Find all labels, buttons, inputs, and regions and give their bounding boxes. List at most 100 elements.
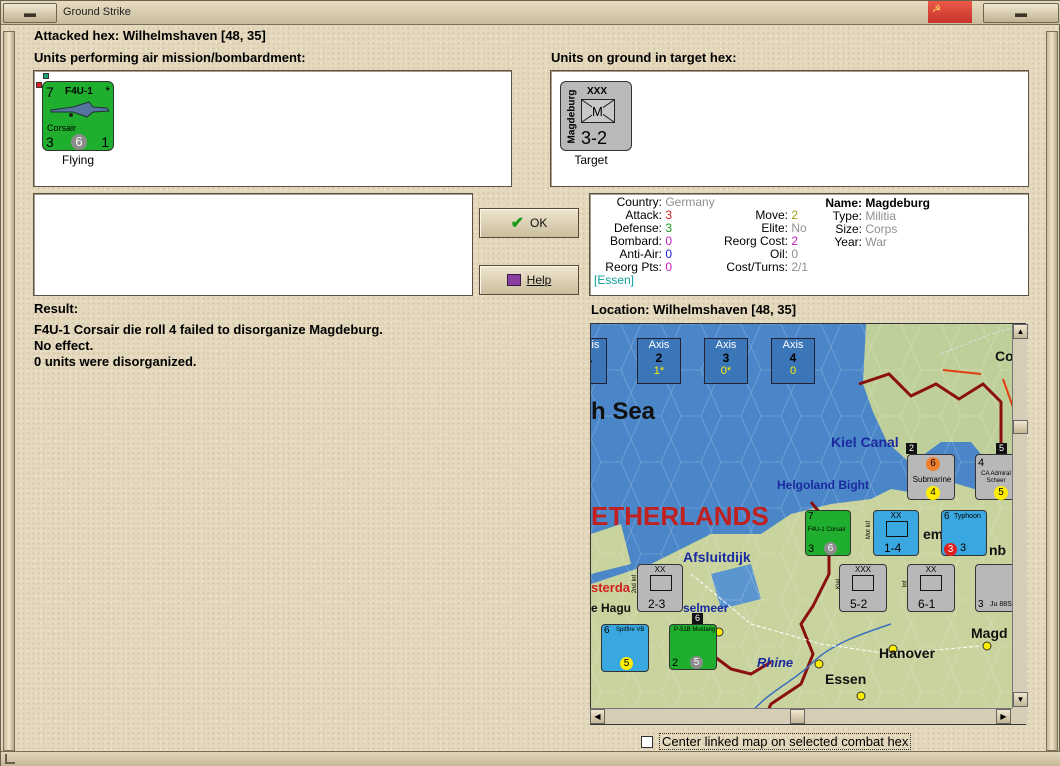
counter-value-a: 1-4 xyxy=(884,541,902,555)
counter-value-a: 4 xyxy=(978,457,985,469)
counter-value-a: 5 xyxy=(620,657,633,670)
message-panel xyxy=(33,193,473,296)
resize-grip-icon[interactable] xyxy=(5,754,15,764)
move-value: 2 xyxy=(791,208,799,222)
map-counter-ju88[interactable]: 3 Ju 88S xyxy=(975,564,1015,612)
target-unit-strength: 3-2 xyxy=(581,128,608,148)
axis-box-sub: 0 xyxy=(789,365,797,377)
help-button[interactable]: Help xyxy=(479,265,579,295)
system-menu-button[interactable]: ▬ xyxy=(3,3,57,23)
air-unit-star: * xyxy=(105,84,110,98)
home-city: [Essen] xyxy=(594,273,635,287)
counter-top: 3 xyxy=(978,599,984,610)
oil-value: 0 xyxy=(791,247,799,261)
ground-units-label: Units on ground in target hex: xyxy=(551,50,737,65)
map-counter-spitfire[interactable]: 6 Spitfire VB 5 xyxy=(601,624,649,672)
axis-box-title: Axis xyxy=(715,339,737,351)
map-counter-kiel[interactable]: XXX Kiel 5-2 xyxy=(836,564,887,612)
map-label-afsluitdijk: Afsluitdijk xyxy=(683,549,751,565)
map-vertical-scrollbar[interactable]: ▲ ▼ xyxy=(1012,324,1028,708)
map-label-hague: e Hagu xyxy=(591,601,632,615)
infantry-icon xyxy=(650,575,672,591)
axis-box[interactable]: Axis 2 1* xyxy=(637,338,681,384)
axis-box[interactable]: Axis 1 * xyxy=(591,338,607,384)
close-button[interactable]: ▬ xyxy=(983,3,1059,23)
map-label-kiel-canal: Kiel Canal xyxy=(831,434,899,450)
map-label-helgoland: Helgoland Bight xyxy=(777,478,869,492)
counter-name: Mot Inf xyxy=(866,520,873,540)
axis-box[interactable]: Axis 3 0* xyxy=(704,338,748,384)
scroll-thumb-horizontal[interactable] xyxy=(790,709,805,724)
bombard-value: 0 xyxy=(665,234,673,248)
counter-value-a: 5-2 xyxy=(850,597,868,611)
corsair-plane-icon xyxy=(50,101,110,118)
center-map-checkbox-label: Center linked map on selected combat hex xyxy=(659,733,912,750)
axis-box-num: 1 xyxy=(591,351,606,365)
scroll-right-icon[interactable]: ▶ xyxy=(996,709,1011,724)
map-counter-mustang[interactable]: 6 P-51B Mustang 2 5 xyxy=(669,613,717,670)
minimize-icon: ▬ xyxy=(24,6,36,20)
corps-icon xyxy=(852,575,874,591)
attacked-hex-label: Attacked hex: Wilhelmshaven [48, 35] xyxy=(34,28,266,43)
location-label: Location: Wilhelmshaven [48, 35] xyxy=(591,302,797,317)
map-label-netherlands: ETHERLANDS xyxy=(591,501,769,531)
counter-top: 6 xyxy=(604,625,610,636)
axis-box-sub: 0* xyxy=(720,365,732,377)
scroll-up-icon[interactable]: ▲ xyxy=(1013,324,1028,339)
map-counter-submarine[interactable]: 2 6 Submarine 4 xyxy=(906,443,955,500)
hammer-sickle-icon: ☭ xyxy=(932,4,941,15)
reorg-cost-value: 2 xyxy=(791,234,799,248)
scroll-down-icon[interactable]: ▼ xyxy=(1013,692,1028,707)
scroll-thumb-vertical[interactable] xyxy=(1013,420,1028,434)
air-unit-counter[interactable]: 7 F4U-1 * Corsair 3 6 1 xyxy=(42,81,114,151)
counter-top: 6 xyxy=(692,613,703,624)
result-label: Result: xyxy=(34,301,79,316)
ok-button[interactable]: ✔ OK xyxy=(479,208,579,238)
center-map-checkbox[interactable] xyxy=(641,735,653,748)
axis-box[interactable]: Axis 4 0 xyxy=(771,338,815,384)
window-title: Ground Strike xyxy=(63,6,131,18)
map-label-copenhagen: Co xyxy=(995,348,1014,364)
counter-name: Inf xyxy=(902,580,909,588)
ground-strike-window: ▬ Ground Strike ☭ ▬ Attacked hex: Wilhel… xyxy=(0,0,1060,766)
type-value: Militia xyxy=(865,209,897,223)
cost-turns-label: Cost/Turns: xyxy=(726,260,788,274)
counter-value-b: 5 xyxy=(994,486,1008,500)
axis-box-sub: 1* xyxy=(653,365,665,377)
target-unit-counter[interactable]: XXX Magdeburg M 3-2 xyxy=(560,81,632,151)
axis-box-num: 3 xyxy=(722,351,730,365)
counter-value-b: 3 xyxy=(960,542,967,554)
map-counter-corsair[interactable]: 7 F4U-1 Corsair 3 6 xyxy=(805,510,851,556)
counter-top: 2 xyxy=(906,443,917,454)
map-counter-mot-inf[interactable]: XX Mot Inf 1-4 xyxy=(866,510,919,556)
counter-name: CA Admiral Scheer xyxy=(981,471,1011,484)
map-counter-typhoon[interactable]: 6 Typhoon 3 3 xyxy=(941,510,987,556)
map-counter-2nd-inf[interactable]: XX 2nd Inf 2-3 xyxy=(632,564,683,612)
scroll-left-icon[interactable]: ◀ xyxy=(590,709,605,724)
year-label: Year: xyxy=(834,235,862,249)
linked-map[interactable]: Axis 1 * Axis 2 1* Axis 3 0* Axis 4 0 h … xyxy=(590,323,1026,725)
center-map-option[interactable]: Center linked map on selected combat hex xyxy=(641,733,912,750)
size-value: Corps xyxy=(865,222,898,236)
counter-name: Submarine xyxy=(912,475,952,484)
map-label-hamburg: nb xyxy=(989,542,1007,558)
checkmark-icon: ✔ xyxy=(510,215,525,232)
counter-top: 7 xyxy=(808,511,814,522)
help-book-icon xyxy=(506,274,521,286)
map-counter-cruiser[interactable]: 5 4 CA Admiral Scheer 5 xyxy=(975,443,1015,500)
help-button-label: Help xyxy=(526,273,552,287)
counter-top: XX xyxy=(890,511,902,520)
target-unit-symbol: M xyxy=(592,104,603,119)
counter-value-b: 4 xyxy=(926,486,940,500)
air-unit-right: 1 xyxy=(101,134,109,150)
unit-info-panel: Country: Germany Attack: 3 Defense: 3 Bo… xyxy=(589,193,1029,296)
map-counter-inf[interactable]: XX Inf 6-1 xyxy=(902,564,955,612)
map-horizontal-scrollbar[interactable]: ◀ ▶ xyxy=(590,708,1012,724)
attack-value: 3 xyxy=(665,208,673,222)
counter-value-a: 3 xyxy=(944,543,957,556)
result-text: F4U-1 Corsair die roll 4 failed to disor… xyxy=(34,322,383,370)
counter-value-b: 6 xyxy=(824,542,837,555)
air-units-panel: 7 F4U-1 * Corsair 3 6 1 Flying xyxy=(33,70,512,187)
counter-value-b: 5 xyxy=(690,656,703,669)
counter-name: Ju 88S xyxy=(990,601,1012,608)
